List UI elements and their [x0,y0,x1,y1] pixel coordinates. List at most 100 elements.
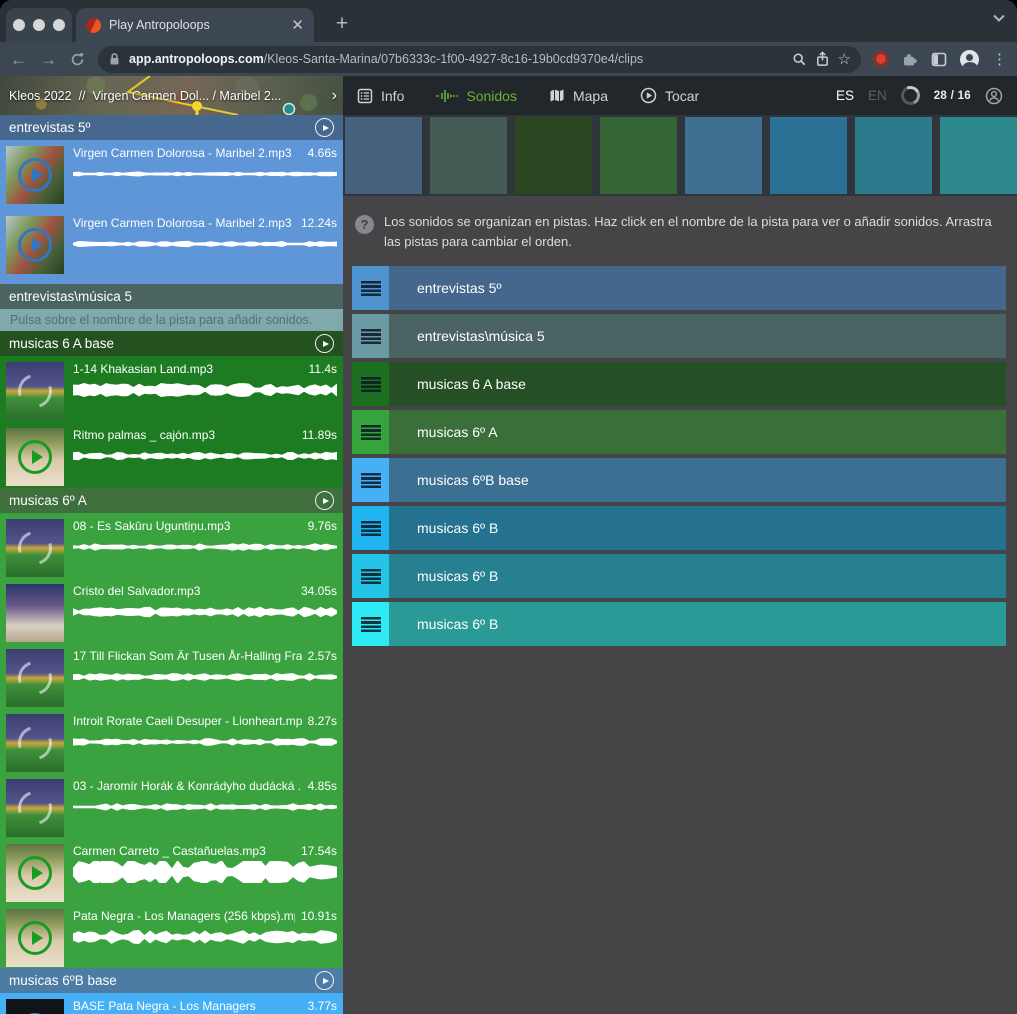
track-row[interactable]: musicas 6º B [352,602,1006,646]
clip-row[interactable]: 03 - Jaromír Horák & Konrádyho dudácká .… [0,773,343,838]
chevron-right-icon[interactable]: › [332,87,337,105]
play-clip-icon[interactable] [18,158,52,192]
play-clip-icon[interactable] [18,921,52,955]
bookmark-star-icon[interactable]: ☆ [838,52,851,67]
extensions-puzzle-icon[interactable] [901,51,918,68]
drag-handle[interactable] [352,458,389,502]
track-header[interactable]: entrevistas\música 5 [0,284,343,309]
play-track-button[interactable] [315,971,334,990]
track-swatch[interactable] [770,117,847,194]
track-label[interactable]: musicas 6º B [417,616,498,632]
track-header[interactable]: musicas 6º A [0,488,343,513]
track-swatch[interactable] [515,117,592,194]
clip-title[interactable]: Virgen Carmen Dolorosa - Maribel 2.mp3 [73,216,295,230]
forward-icon[interactable]: → [40,51,57,68]
side-panel-icon[interactable] [931,52,947,67]
track-swatch[interactable] [600,117,677,194]
play-clip-icon[interactable] [18,228,52,262]
clip-row[interactable]: 17 Till Flickan Som Är Tusen År-Halling … [0,643,343,708]
track-swatch[interactable] [940,117,1017,194]
clip-row[interactable]: Virgen Carmen Dolorosa - Maribel 2.mp34.… [0,140,343,210]
back-icon[interactable]: ← [10,51,27,68]
mac-close-button[interactable] [13,19,25,31]
profile-avatar-icon[interactable] [960,50,979,69]
mac-minimize-button[interactable] [33,19,45,31]
clip-title[interactable]: Virgen Carmen Dolorosa - Maribel 2.mp3 [73,146,302,160]
track-row[interactable]: entrevistas\música 5 [352,314,1006,358]
tab-close-icon[interactable]: ✕ [291,18,304,33]
address-bar[interactable]: app.antropoloops.com/Kleos-Santa-Marina/… [98,46,861,73]
clip-title[interactable]: 08 - Es Sakūru Uguntiņu.mp3 [73,519,302,533]
clip-thumbnail[interactable] [6,146,64,204]
drag-handle[interactable] [352,554,389,598]
clip-row[interactable]: Carmen Carreto _ Castañuelas.mp317.54s [0,838,343,903]
breadcrumb-project[interactable]: Kleos 2022 [9,89,72,103]
clip-title[interactable]: Carmen Carreto _ Castañuelas.mp3 [73,844,295,858]
track-label[interactable]: entrevistas 5º [417,280,502,296]
clip-thumbnail[interactable] [6,714,64,772]
tab-info[interactable]: Info [357,88,404,104]
track-swatch[interactable] [430,117,507,194]
browser-menu-icon[interactable]: ⋮ [992,50,1007,68]
breadcrumb-trail[interactable]: Virgen Carmen Dol... / Maribel 2... [93,89,330,103]
clip-row[interactable]: Cristo del Salvador.mp334.05s [0,578,343,643]
drag-handle[interactable] [352,362,389,406]
track-row[interactable]: musicas 6º B [352,506,1006,550]
user-account-icon[interactable] [985,87,1003,105]
clip-thumbnail[interactable] [6,216,64,274]
drag-handle[interactable] [352,314,389,358]
track-row[interactable]: entrevistas 5º [352,266,1006,310]
clip-row[interactable]: Virgen Carmen Dolorosa - Maribel 2.mp312… [0,210,343,284]
track-label[interactable]: musicas 6 A base [417,376,526,392]
drag-handle[interactable] [352,602,389,646]
track-header[interactable]: musicas 6ºB base [0,968,343,993]
track-row[interactable]: musicas 6ºB base [352,458,1006,502]
clip-title[interactable]: BASE Pata Negra - Los Managers [73,999,302,1013]
clip-thumbnail[interactable] [6,909,64,967]
clip-thumbnail[interactable] [6,584,64,642]
drag-handle[interactable] [352,410,389,454]
play-track-button[interactable] [315,334,334,353]
mac-zoom-button[interactable] [53,19,65,31]
lang-en-button[interactable]: EN [868,88,887,103]
breadcrumb[interactable]: Kleos 2022 // Virgen Carmen Dol... / Mar… [0,76,343,115]
track-row[interactable]: musicas 6 A base [352,362,1006,406]
browser-tab[interactable]: Play Antropoloops ✕ [76,8,314,42]
play-clip-icon[interactable] [18,856,52,890]
track-swatch[interactable] [685,117,762,194]
clip-title[interactable]: Pata Negra - Los Managers (256 kbps).mp3 [73,909,295,923]
map-banner[interactable]: Kleos 2022 // Virgen Carmen Dol... / Mar… [0,76,343,115]
lang-es-button[interactable]: ES [836,88,854,103]
track-label[interactable]: entrevistas\música 5 [417,328,545,344]
track-header[interactable]: entrevistas 5º [0,115,343,140]
clip-thumbnail[interactable] [6,362,64,420]
record-extension-icon[interactable] [876,54,886,64]
clip-row[interactable]: 1-14 Khakasian Land.mp311.4s [0,356,343,422]
clip-thumbnail[interactable] [6,999,64,1014]
clip-row[interactable]: Ritmo palmas _ cajón.mp311.89s [0,422,343,488]
clip-title[interactable]: 17 Till Flickan Som Är Tusen År-Halling … [73,649,302,663]
clip-thumbnail[interactable] [6,779,64,837]
track-header[interactable]: musicas 6 A base [0,331,343,356]
clip-thumbnail[interactable] [6,428,64,486]
clip-title[interactable]: Introit Rorate Caeli Desuper - Lionheart… [73,714,302,728]
new-tab-button[interactable]: + [328,10,356,38]
clip-title[interactable]: 1-14 Khakasian Land.mp3 [73,362,303,376]
tab-sonidos[interactable]: Sonidos [436,88,517,104]
tab-tocar[interactable]: Tocar [640,87,699,104]
track-swatch[interactable] [345,117,422,194]
track-label[interactable]: musicas 6º A [417,424,498,440]
track-swatch[interactable] [855,117,932,194]
play-track-button[interactable] [315,491,334,510]
clip-title[interactable]: Cristo del Salvador.mp3 [73,584,295,598]
clip-title[interactable]: Ritmo palmas _ cajón.mp3 [73,428,296,442]
clip-thumbnail[interactable] [6,649,64,707]
reload-icon[interactable] [70,52,85,67]
play-track-button[interactable] [315,118,334,137]
drag-handle[interactable] [352,266,389,310]
track-label[interactable]: musicas 6º B [417,568,498,584]
clip-row[interactable]: Pata Negra - Los Managers (256 kbps).mp3… [0,903,343,968]
track-row[interactable]: musicas 6º B [352,554,1006,598]
clip-row[interactable]: Introit Rorate Caeli Desuper - Lionheart… [0,708,343,773]
tab-search-chevron-icon[interactable] [993,14,1005,22]
